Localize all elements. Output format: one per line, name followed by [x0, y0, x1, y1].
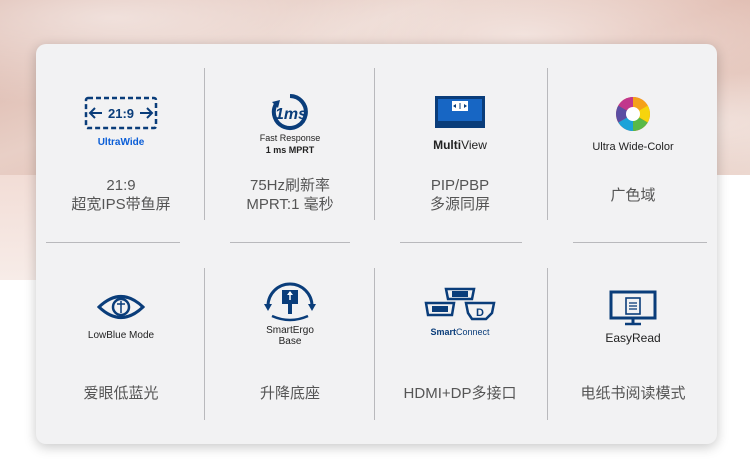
feature-smartergo: SmartErgo Base 升降底座	[205, 244, 375, 444]
feature-multiview: MultiView PIP/PBP 多源同屏	[375, 44, 545, 244]
feature-card: 21:9 UltraWide 21:9 超宽IPS带鱼屏 1ms Fast Re…	[36, 44, 717, 444]
feature-line1: 电纸书阅读模式	[580, 385, 686, 402]
feature-line1: 升降底座	[259, 385, 320, 402]
svg-text:D: D	[476, 307, 484, 319]
easyread-icon	[548, 290, 718, 331]
lowblue-label: LowBlue Mode	[87, 330, 155, 341]
feature-line1: 爱眼低蓝光	[83, 385, 159, 402]
multiview-label: MultiView	[433, 138, 487, 152]
svg-text:1ms: 1ms	[275, 106, 307, 123]
ultra-wide-color-label: Ultra Wide-Color	[592, 141, 674, 153]
feature-line1: HDMI+DP多接口	[403, 385, 517, 402]
feature-ultrawide: 21:9 UltraWide 21:9 超宽IPS带鱼屏	[36, 44, 206, 244]
ultra-wide-color-icon	[548, 96, 718, 137]
feature-line1: 21:9	[106, 177, 136, 194]
fast-response-icon: 1ms	[205, 92, 375, 137]
feature-easyread: EasyRead 电纸书阅读模式	[548, 244, 718, 444]
background-strip	[0, 175, 40, 280]
smartergo-base-icon	[205, 278, 375, 329]
smartconnect-label: SmartConnect	[430, 327, 490, 337]
ultrawide-label: UltraWide	[97, 137, 145, 148]
easyread-label: EasyRead	[605, 331, 661, 345]
ultrawide-icon: 21:9	[36, 96, 206, 135]
feature-ultra-wide-color: Ultra Wide-Color 广色域	[548, 44, 718, 244]
feature-line1: 75Hz刷新率	[249, 177, 331, 194]
feature-line2: 超宽IPS带鱼屏	[71, 196, 171, 213]
svg-text:21:9: 21:9	[108, 106, 134, 121]
fast-response-label: Fast Response	[259, 133, 321, 143]
lowblue-eye-icon	[36, 292, 206, 327]
feature-line1: 广色域	[610, 187, 656, 204]
feature-line2: MPRT:1 毫秒	[246, 196, 334, 213]
feature-lowblue: LowBlue Mode 爱眼低蓝光	[36, 244, 206, 444]
feature-line2: 多源同屏	[429, 196, 490, 213]
feature-smartconnect: D SmartConnect HDMI+DP多接口	[375, 244, 545, 444]
multiview-icon	[375, 95, 545, 134]
base-label: Base	[278, 336, 302, 347]
feature-line1: PIP/PBP	[430, 177, 490, 194]
mprt-label: 1 ms MPRT	[265, 145, 315, 155]
smartconnect-icon: D	[375, 287, 545, 328]
smartergo-label: SmartErgo	[266, 325, 314, 336]
feature-fast-response: 1ms Fast Response 1 ms MPRT 75Hz刷新率 MPRT…	[205, 44, 375, 244]
